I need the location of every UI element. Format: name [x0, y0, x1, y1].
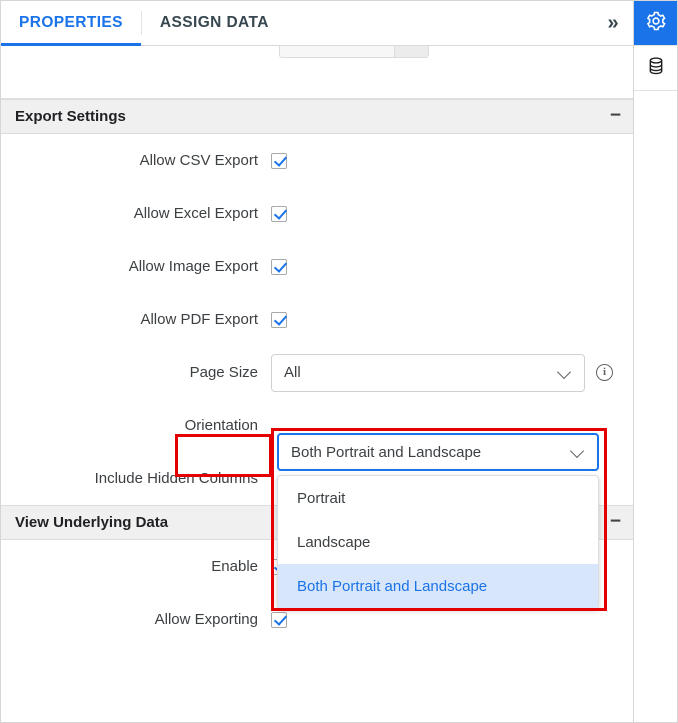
orientation-option-both-label: Both Portrait and Landscape — [297, 578, 487, 595]
select-orientation-value: Both Portrait and Landscape — [291, 444, 481, 461]
rail-button-data[interactable] — [634, 46, 678, 91]
clipped-control-region — [1, 46, 635, 99]
label-allow-image-export: Allow Image Export — [1, 258, 271, 275]
select-page-size[interactable]: All — [271, 354, 585, 392]
orientation-option-portrait[interactable]: Portrait — [278, 476, 598, 520]
checkbox-allow-image-export[interactable] — [271, 259, 287, 275]
collapse-icon-export-settings[interactable]: − — [610, 106, 621, 128]
row-allow-excel-export: Allow Excel Export — [1, 187, 635, 240]
tab-overflow-icon[interactable]: » — [591, 1, 635, 45]
chevron-down-icon-page-size — [558, 366, 572, 380]
checkbox-allow-excel-export[interactable] — [271, 206, 287, 222]
section-header-export-settings[interactable]: Export Settings − — [1, 99, 635, 134]
chevron-down-icon-orientation — [571, 445, 585, 459]
database-icon — [645, 55, 667, 82]
tab-assign-data[interactable]: ASSIGN DATA — [142, 1, 287, 45]
tab-assign-data-label: ASSIGN DATA — [160, 14, 269, 32]
row-allow-pdf-export: Allow PDF Export — [1, 293, 635, 346]
section-title-view-underlying-data: View Underlying Data — [15, 514, 168, 531]
label-enable: Enable — [1, 558, 271, 575]
tab-properties-label: PROPERTIES — [19, 14, 123, 32]
select-orientation[interactable]: Both Portrait and Landscape — [277, 433, 599, 471]
gear-icon — [645, 10, 667, 37]
orientation-option-portrait-label: Portrait — [297, 490, 345, 507]
tab-properties[interactable]: PROPERTIES — [1, 1, 141, 45]
checkbox-allow-exporting[interactable] — [271, 612, 287, 628]
tab-bar: PROPERTIES ASSIGN DATA » — [1, 1, 635, 46]
label-allow-exporting: Allow Exporting — [1, 611, 271, 628]
section-title-export-settings: Export Settings — [15, 108, 126, 125]
partially-visible-dropdown[interactable] — [279, 46, 429, 58]
checkbox-allow-pdf-export[interactable] — [271, 312, 287, 328]
row-page-size: Page Size All i — [1, 346, 635, 399]
partially-visible-dropdown-button[interactable] — [394, 46, 428, 57]
label-orientation: Orientation — [1, 417, 271, 434]
orientation-dropdown: Both Portrait and Landscape Portrait Lan… — [277, 433, 599, 609]
orientation-option-both[interactable]: Both Portrait and Landscape — [278, 564, 598, 608]
row-allow-image-export: Allow Image Export — [1, 240, 635, 293]
label-allow-excel-export: Allow Excel Export — [1, 205, 271, 222]
info-icon-page-size[interactable]: i — [596, 364, 613, 381]
row-allow-csv-export: Allow CSV Export — [1, 134, 635, 187]
orientation-option-list: Portrait Landscape Both Portrait and Lan… — [277, 475, 599, 609]
orientation-option-landscape[interactable]: Landscape — [278, 520, 598, 564]
label-allow-pdf-export: Allow PDF Export — [1, 311, 271, 328]
properties-panel: PROPERTIES ASSIGN DATA » — [0, 0, 678, 723]
checkbox-allow-csv-export[interactable] — [271, 153, 287, 169]
icon-rail — [633, 1, 677, 723]
label-page-size: Page Size — [1, 364, 271, 381]
panel-body: Export Settings − Allow CSV Export Allow… — [1, 46, 635, 723]
rail-button-settings[interactable] — [634, 1, 678, 46]
select-page-size-value: All — [284, 364, 301, 381]
label-allow-csv-export: Allow CSV Export — [1, 152, 271, 169]
collapse-icon-view-underlying-data[interactable]: − — [610, 512, 621, 534]
label-include-hidden-columns: Include Hidden Columns — [1, 470, 271, 487]
orientation-option-landscape-label: Landscape — [297, 534, 370, 551]
